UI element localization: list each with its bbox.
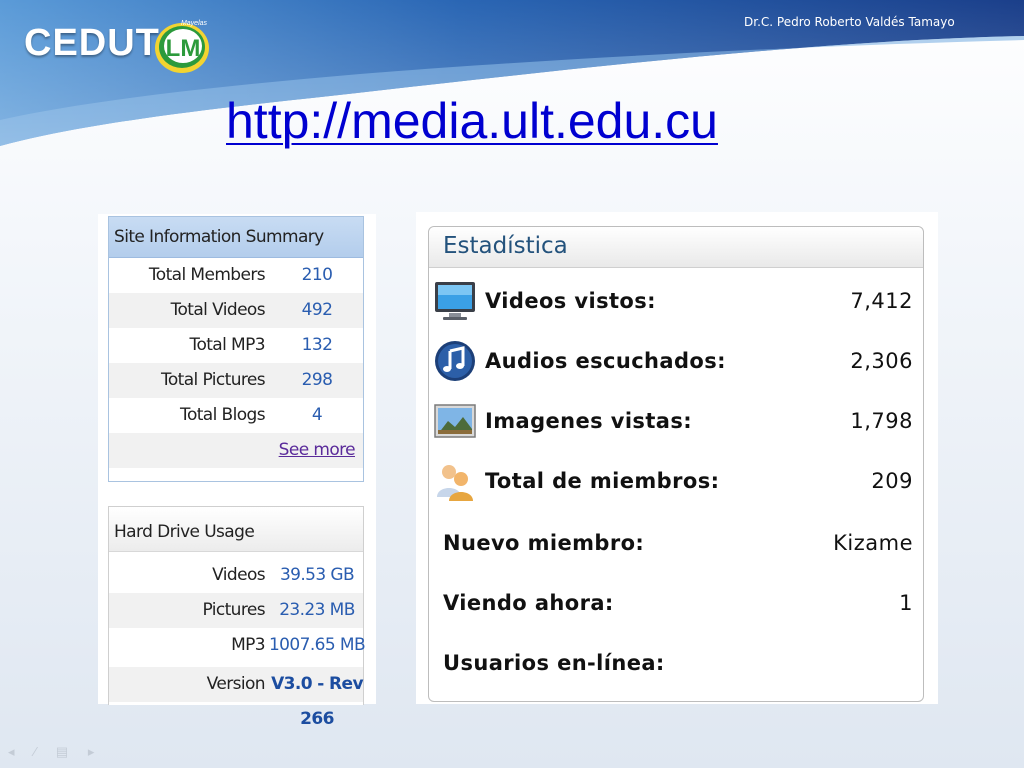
row-value: 1007.65 MB — [268, 635, 366, 655]
row-value: 210 — [301, 265, 333, 285]
stat-label: Nuevo miembro: — [443, 531, 645, 555]
slide-nav-controls[interactable]: ◂ ⁄ ▤ ▸ — [8, 744, 102, 760]
row-label: Total Videos — [170, 300, 266, 320]
stat-label: Imagenes vistas: — [485, 409, 693, 433]
lm-logo: LM Mayelas — [155, 20, 209, 73]
lm-logo-arc-text: Mayelas — [181, 20, 208, 27]
row-label: Pictures — [202, 600, 265, 620]
stat-value: 2,306 — [850, 349, 913, 373]
hard-drive-row: Videos 39.53 GB — [109, 558, 363, 593]
site-info-row: Total Pictures 298 — [109, 363, 363, 398]
stat-value: 7,412 — [850, 289, 913, 313]
stats-panel: Estadística Videos vistos: 7,412 Audios … — [416, 212, 938, 704]
version-value: V3.0 - Rev 266 — [271, 674, 363, 729]
site-info-row: Total Members 210 — [109, 258, 363, 293]
stat-value: 209 — [871, 469, 913, 493]
picture-icon — [434, 404, 476, 438]
stats-title: Estadística — [443, 233, 568, 259]
users-icon — [437, 465, 473, 501]
cedut-logo: CEDUT — [24, 22, 160, 64]
row-label: MP3 — [231, 635, 266, 655]
stats-box: Estadística Videos vistos: 7,412 Audios … — [428, 226, 924, 702]
stat-label: Viendo ahora: — [443, 591, 614, 615]
site-info-summary-box: Site Information Summary Total Members 2… — [108, 216, 364, 482]
row-value: 4 — [311, 405, 323, 425]
stats-row-miembros: Total de miembros: 209 — [429, 451, 923, 511]
stat-value: 1,798 — [850, 409, 913, 433]
hard-drive-title: Hard Drive Usage — [109, 507, 363, 552]
row-label: Total Members — [148, 265, 266, 285]
stats-row-nuevo: Nuevo miembro: Kizame — [429, 513, 923, 573]
stats-header: Estadística — [429, 227, 923, 268]
row-value: 132 — [301, 335, 333, 355]
stats-row-videos: Videos vistos: 7,412 — [429, 271, 923, 331]
hard-drive-usage-box: Hard Drive Usage Videos 39.53 GB Picture… — [108, 506, 366, 729]
row-value: 23.23 MB — [279, 600, 355, 620]
stats-row-imagenes: Imagenes vistas: 1,798 — [429, 391, 923, 451]
music-note-icon — [435, 341, 475, 381]
monitor-icon — [435, 282, 475, 320]
stats-row-usuarios: Usuarios en-línea: — [429, 633, 923, 693]
row-value: 492 — [301, 300, 333, 320]
row-value: 298 — [301, 370, 333, 390]
stat-value: 1 — [899, 591, 913, 615]
site-info-row: Total Videos 492 — [109, 293, 363, 328]
row-label: Total MP3 — [189, 335, 266, 355]
stat-label: Total de miembros: — [485, 469, 720, 493]
left-panels: Site Information Summary Total Members 2… — [98, 214, 376, 729]
site-url-link[interactable]: http://media.ult.edu.cu — [226, 92, 718, 150]
stats-row-audios: Audios escuchados: 2,306 — [429, 331, 923, 391]
stat-label: Videos vistos: — [485, 289, 656, 313]
row-value: 39.53 GB — [279, 565, 355, 585]
hard-drive-row: Pictures 23.23 MB — [109, 593, 363, 628]
stat-label: Audios escuchados: — [485, 349, 726, 373]
see-more-link[interactable]: See more — [279, 433, 356, 468]
site-info-title: Site Information Summary — [109, 217, 363, 258]
newest-member-value[interactable]: Kizame — [833, 513, 913, 573]
lm-logo-mark: LM — [166, 35, 201, 62]
row-label: Total Blogs — [180, 405, 266, 425]
row-label: Videos — [212, 565, 265, 585]
row-label: Version — [206, 674, 266, 694]
row-label: Total Pictures — [160, 370, 266, 390]
author-name: Dr.C. Pedro Roberto Valdés Tamayo — [744, 15, 955, 29]
hard-drive-row: Version V3.0 - Rev 266 — [109, 667, 364, 729]
hard-drive-row: MP3 1007.65 MB — [109, 628, 366, 667]
see-more-row: See more — [109, 433, 363, 468]
site-info-row: Total MP3 132 — [109, 328, 363, 363]
stat-label: Usuarios en-línea: — [443, 651, 665, 675]
stats-row-viendo: Viendo ahora: 1 — [429, 573, 923, 633]
site-info-row: Total Blogs 4 — [109, 398, 363, 433]
